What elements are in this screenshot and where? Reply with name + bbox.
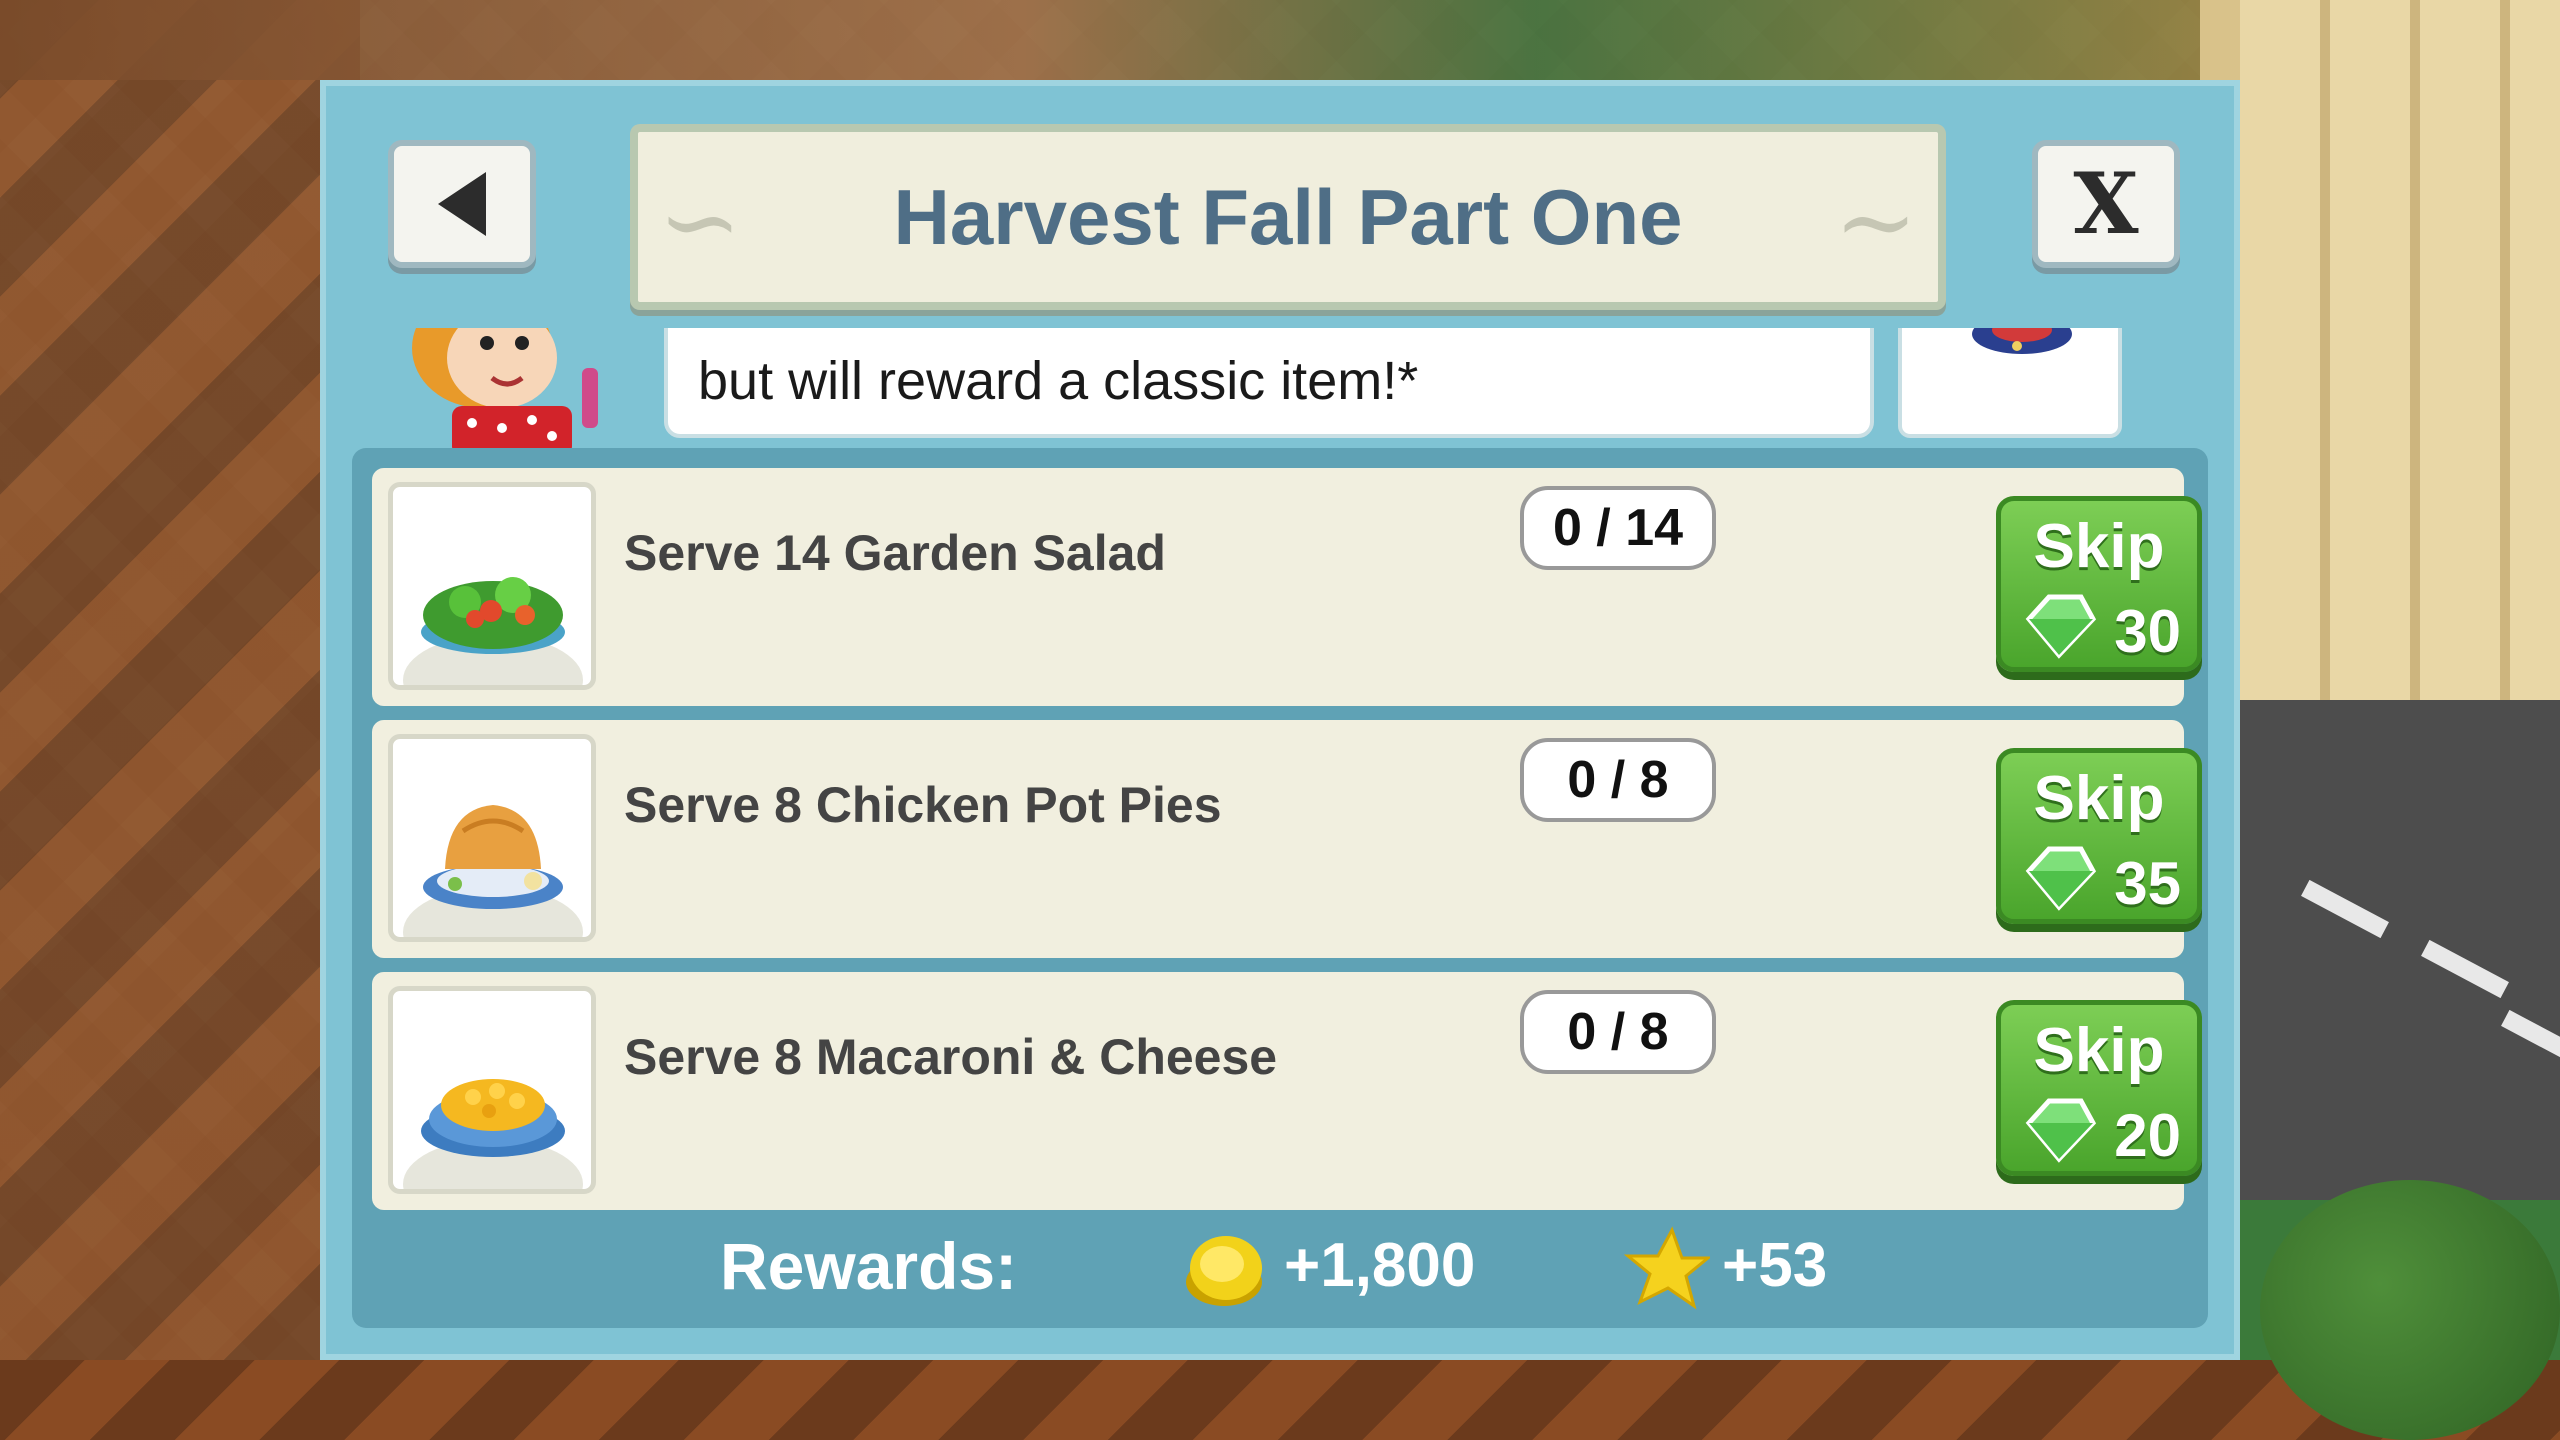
title-banner: ∽ Harvest Fall Part One ∽ <box>630 124 1946 310</box>
star-reward-value: +53 <box>1722 1231 1828 1300</box>
building-background <box>2240 0 2560 700</box>
top-scenery-background <box>0 0 2560 80</box>
task-label: Serve 14 Garden Salad <box>624 525 1166 581</box>
chicken-pot-pie-icon <box>423 805 563 909</box>
gold-coins-icon <box>1186 1236 1262 1306</box>
coin-reward-value: +1,800 <box>1284 1231 1476 1300</box>
skip-label: Skip <box>2033 1016 2165 1085</box>
chef-character-avatar <box>412 328 598 448</box>
tree-background <box>2260 1180 2560 1440</box>
restaurant-tables-background <box>0 0 360 1440</box>
back-arrow-icon <box>438 172 486 236</box>
quest-description-text: but will reward a classic item!* <box>698 351 1419 411</box>
bottom-scenery-background <box>0 1360 2560 1440</box>
task-thumbnail <box>388 734 596 942</box>
task-progress: 0 / 8 <box>1520 990 1716 1074</box>
back-button[interactable] <box>388 140 536 268</box>
task-thumbnail <box>388 482 596 690</box>
task-label: Serve 8 Chicken Pot Pies <box>624 777 1222 833</box>
task-progress: 0 / 14 <box>1520 486 1716 570</box>
macaroni-cheese-icon <box>421 1079 565 1157</box>
skip-cost: 20 <box>2114 1102 2181 1169</box>
gem-icon <box>2025 594 2097 659</box>
reward-item-preview <box>1898 328 2122 438</box>
dialog-title: Harvest Fall Part One <box>893 172 1683 261</box>
task-thumbnail <box>388 986 596 1194</box>
task-row: Serve 14 Garden Salad 0 / 14 Skip 30 <box>372 468 2202 706</box>
skip-label: Skip <box>2033 764 2165 833</box>
garden-salad-icon <box>421 577 565 654</box>
skip-label: Skip <box>2033 512 2165 581</box>
swirl-ornament-icon: ∽ <box>658 163 742 280</box>
close-x-icon: X <box>2073 154 2139 253</box>
classic-item-icon <box>1972 328 2072 354</box>
gem-icon <box>2025 1098 2097 1163</box>
task-progress: 0 / 8 <box>1520 738 1716 822</box>
quest-description-area: but will reward a classic item!* <box>352 328 2208 448</box>
quest-dialog: ∽ Harvest Fall Part One ∽ X but will rew… <box>320 80 2240 1360</box>
speech-bubble: but will reward a classic item!* <box>664 328 1874 438</box>
task-row: Serve 8 Macaroni & Cheese 0 / 8 Skip 20 <box>372 972 2202 1210</box>
skip-button[interactable]: Skip 30 <box>1996 496 2202 672</box>
skip-button[interactable]: Skip 20 <box>1996 1000 2202 1176</box>
skip-cost: 30 <box>2114 598 2181 665</box>
rewards-label: Rewards: <box>720 1229 1018 1303</box>
gem-icon <box>2025 846 2097 911</box>
task-label: Serve 8 Macaroni & Cheese <box>624 1029 1278 1085</box>
star-icon <box>1624 1226 1710 1310</box>
skip-button[interactable]: Skip 35 <box>1996 748 2202 924</box>
game-screen: ∽ Harvest Fall Part One ∽ X but will rew… <box>0 0 2560 1440</box>
close-button[interactable]: X <box>2032 140 2180 268</box>
skip-cost: 35 <box>2114 850 2181 917</box>
swirl-ornament-icon: ∽ <box>1834 163 1918 280</box>
task-row: Serve 8 Chicken Pot Pies 0 / 8 Skip 35 <box>372 720 2202 958</box>
